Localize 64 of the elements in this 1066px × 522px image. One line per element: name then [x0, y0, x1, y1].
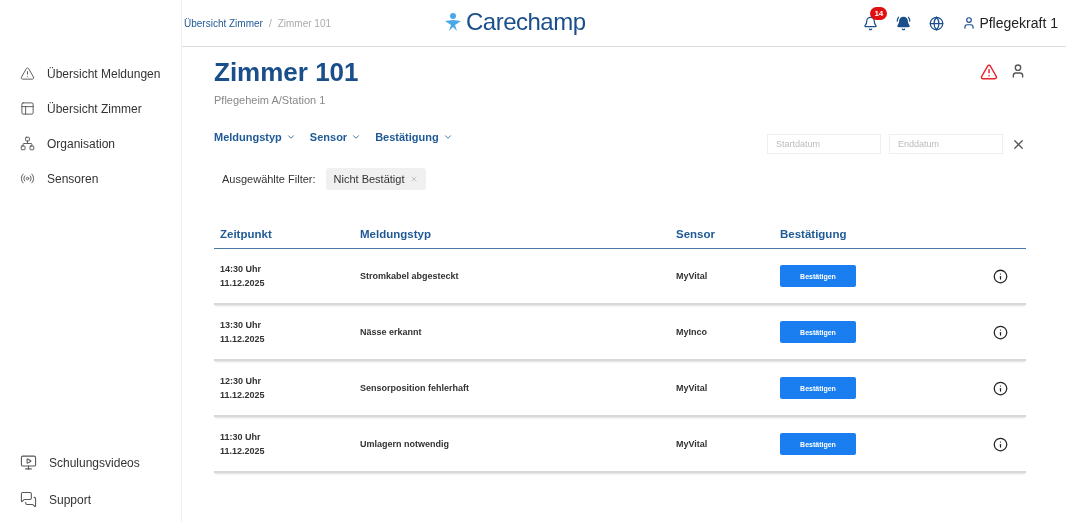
- sidebar-item[interactable]: Schulungsvideos: [0, 452, 181, 473]
- filter-chip[interactable]: Nicht Bestätigt: [325, 168, 427, 190]
- table-cell-text: 14:30 Uhr 11.12.2025: [220, 263, 266, 290]
- filter-dropdown[interactable]: Sensor: [309, 131, 362, 143]
- table-cell-text: 11:30 Uhr 11.12.2025: [220, 431, 266, 458]
- chat-icon: [20, 491, 37, 508]
- logo-icon: [444, 12, 462, 32]
- breadcrumb-separator: /: [268, 17, 272, 29]
- hierarchy-icon: [20, 136, 35, 151]
- column-header: Sensor: [676, 228, 716, 240]
- info-button[interactable]: [992, 268, 1008, 284]
- table-cell-text: Sensorposition fehlerhaft: [360, 382, 470, 395]
- filter-dropdown[interactable]: Bestätigung: [375, 131, 453, 143]
- date-field[interactable]: Startdatum: [767, 134, 881, 154]
- date-field[interactable]: Enddatum: [889, 134, 1003, 154]
- notification-count: 14: [870, 6, 888, 20]
- remove-icon: [410, 175, 419, 183]
- chevron-down-icon: [285, 132, 296, 142]
- info-button[interactable]: [992, 380, 1008, 396]
- table-cell-text: MyVital: [676, 438, 709, 451]
- table-cell-text: MyInco: [676, 326, 708, 339]
- breadcrumb-link[interactable]: Übersicht Zimmer: [184, 17, 263, 29]
- signal-icon: [20, 171, 35, 186]
- video-icon: [20, 454, 37, 471]
- selected-filters-label: Ausgewählte Filter:: [222, 173, 316, 185]
- sidebar-item[interactable]: Sensoren: [0, 169, 181, 188]
- table-cell-text: 12:30 Uhr 11.12.2025: [220, 375, 266, 402]
- room-location: Pflegeheim A/Station 1: [214, 94, 327, 106]
- room-title: Zimmer 101: [214, 57, 359, 88]
- user-menu-button[interactable]: Pflegekraft 1: [962, 15, 1058, 31]
- table-cell-text: MyVital: [676, 382, 709, 395]
- column-header: Meldungstyp: [360, 228, 432, 240]
- sidebar-item[interactable]: Übersicht Zimmer: [0, 99, 181, 118]
- person-icon: [1010, 63, 1026, 79]
- window-icon: [20, 101, 35, 116]
- table-cell-text: Stromkabel abgesteckt: [360, 270, 460, 283]
- table-cell-text: Umlagern notwendig: [360, 438, 450, 451]
- table-cell-text: Nässe erkannt: [360, 326, 423, 339]
- info-icon: [992, 324, 1008, 340]
- globe-button[interactable]: [929, 15, 945, 31]
- info-icon: [992, 268, 1008, 284]
- info-icon: [992, 380, 1008, 396]
- column-header: Bestätigung: [780, 228, 848, 240]
- chevron-down-icon: [442, 132, 453, 142]
- warning-icon: [980, 63, 998, 81]
- alarm-bell-button[interactable]: [896, 15, 912, 31]
- sidebar-item[interactable]: Übersicht Meldungen: [0, 64, 181, 83]
- notification-bell-button[interactable]: [863, 15, 879, 31]
- info-button[interactable]: [992, 324, 1008, 340]
- globe-icon: [929, 15, 945, 31]
- sidebar-item[interactable]: Organisation: [0, 134, 181, 153]
- logo-text: Carechamp: [466, 8, 586, 36]
- info-icon: [992, 436, 1008, 452]
- alarm-bell-icon: [896, 15, 912, 31]
- warning-icon: [20, 66, 35, 81]
- column-header: Zeitpunkt: [220, 228, 273, 240]
- table-cell-text: 13:30 Uhr 11.12.2025: [220, 319, 266, 346]
- chevron-down-icon: [351, 132, 362, 142]
- user-icon: [962, 16, 977, 30]
- bell-icon: [863, 15, 879, 31]
- info-button[interactable]: [992, 436, 1008, 452]
- filter-dropdown[interactable]: Meldungstyp: [214, 131, 296, 143]
- table-cell-text: MyVital: [676, 270, 709, 283]
- sidebar-item[interactable]: Support: [0, 489, 181, 510]
